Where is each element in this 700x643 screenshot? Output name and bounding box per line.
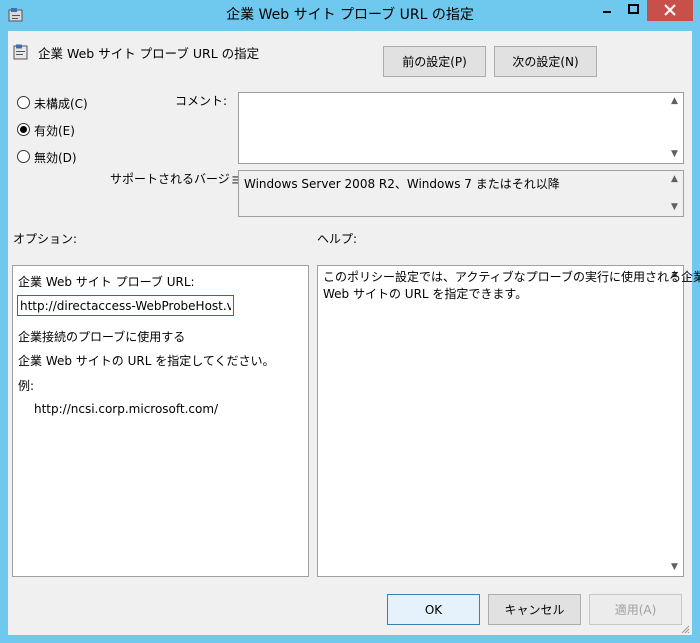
radio-selected-dot xyxy=(20,126,27,133)
scroll-down-icon[interactable]: ▼ xyxy=(666,559,683,576)
policy-setting-icon xyxy=(13,44,29,60)
supported-textbox: Windows Server 2008 R2、Windows 7 またはそれ以降… xyxy=(238,170,684,217)
cancel-button[interactable]: キャンセル xyxy=(488,594,581,625)
probe-url-input[interactable] xyxy=(17,295,234,316)
supported-label: サポートされるバージョン: xyxy=(110,172,258,186)
scroll-up-icon[interactable]: ▲ xyxy=(666,93,683,110)
apply-button[interactable]: 適用(A) xyxy=(589,594,682,625)
ok-button[interactable]: OK xyxy=(387,594,480,625)
example-label: 例: xyxy=(18,379,35,393)
options-description-line1: 企業接続のプローブに使用する xyxy=(18,330,186,344)
comment-label: コメント: xyxy=(175,94,228,108)
help-panel: ▲ ▼ xyxy=(317,265,684,577)
help-text-line1: このポリシー設定では、アクティブなプローブの実行に使用される企業 xyxy=(323,270,700,284)
maximize-icon xyxy=(628,4,639,14)
minimize-icon xyxy=(603,11,611,13)
supported-scrollbar[interactable]: ▲ ▼ xyxy=(666,171,683,216)
radio-not-configured-label[interactable]: 未構成(C) xyxy=(34,95,88,112)
close-button[interactable] xyxy=(647,0,693,21)
help-scrollbar[interactable]: ▲ ▼ xyxy=(666,266,683,576)
radio-enabled-label[interactable]: 有効(E) xyxy=(34,122,75,139)
help-heading: ヘルプ: xyxy=(317,232,358,246)
url-label: 企業 Web サイト プローブ URL: xyxy=(18,275,195,289)
minimize-button[interactable] xyxy=(594,0,620,21)
help-text-line2: Web サイトの URL を指定できます。 xyxy=(323,287,528,301)
comment-scrollbar[interactable]: ▲ ▼ xyxy=(666,93,683,163)
comment-textarea[interactable]: ▲ ▼ xyxy=(238,92,684,164)
radio-disabled-label[interactable]: 無効(D) xyxy=(34,149,77,166)
options-description-line2: 企業 Web サイトの URL を指定してください。 xyxy=(18,354,275,368)
resize-grip-icon[interactable] xyxy=(680,623,690,634)
maximize-button[interactable] xyxy=(620,0,647,21)
scroll-up-icon[interactable]: ▲ xyxy=(666,171,683,188)
scroll-down-icon[interactable]: ▼ xyxy=(666,146,683,163)
options-heading: オプション: xyxy=(13,232,78,246)
previous-setting-button[interactable]: 前の設定(P) xyxy=(383,46,486,77)
policy-name: 企業 Web サイト プローブ URL の指定 xyxy=(38,46,260,61)
scroll-down-icon[interactable]: ▼ xyxy=(666,199,683,216)
next-setting-button[interactable]: 次の設定(N) xyxy=(494,46,597,77)
radio-disabled[interactable] xyxy=(17,150,30,163)
radio-circle[interactable] xyxy=(17,150,30,163)
supported-value: Windows Server 2008 R2、Windows 7 またはそれ以降 xyxy=(244,177,560,191)
example-value: http://ncsi.corp.microsoft.com/ xyxy=(34,402,219,416)
radio-circle[interactable] xyxy=(17,96,30,109)
close-icon xyxy=(664,4,676,16)
radio-circle[interactable] xyxy=(17,123,30,136)
radio-enabled[interactable] xyxy=(17,123,30,136)
radio-not-configured[interactable] xyxy=(17,96,30,109)
